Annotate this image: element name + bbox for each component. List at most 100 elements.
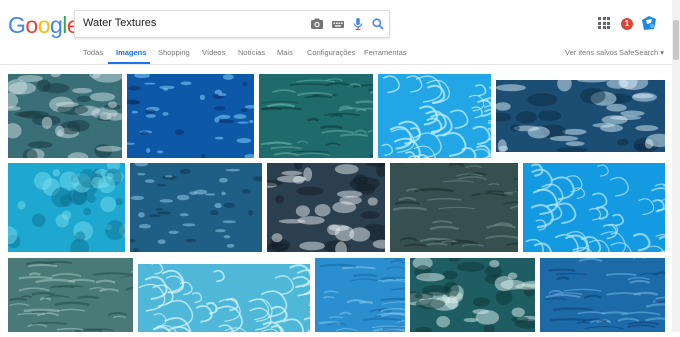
- texture-mark: [272, 233, 283, 242]
- texture-mark: [602, 115, 628, 124]
- page-scrollbar[interactable]: [672, 0, 680, 332]
- logo-letter: g: [50, 12, 62, 38]
- image-result[interactable]: [410, 258, 535, 332]
- texture-mark: [144, 83, 156, 85]
- texture-mark: [140, 131, 149, 135]
- search-input[interactable]: Water Textures: [83, 17, 156, 29]
- texture-mark: [100, 196, 116, 212]
- texture-mark: [299, 242, 325, 251]
- tab-todas[interactable]: Todas: [83, 48, 103, 57]
- texture-mark: [158, 239, 166, 244]
- microphone-icon[interactable]: [349, 15, 367, 33]
- image-result[interactable]: [523, 163, 665, 252]
- image-result[interactable]: [8, 163, 125, 252]
- texture-mark: [281, 171, 302, 176]
- texture-mark: [368, 89, 373, 90]
- scrollbar-thumb[interactable]: [673, 20, 679, 60]
- saved-items-link[interactable]: Ver itens salvos: [565, 48, 618, 57]
- texture-mark: [165, 175, 173, 177]
- tab-videos[interactable]: Vídeos: [202, 48, 225, 57]
- water-texture-image: [8, 258, 133, 332]
- texture-mark: [219, 119, 235, 123]
- image-result[interactable]: [315, 258, 405, 332]
- texture-mark: [457, 262, 485, 272]
- texture-mark: [222, 220, 236, 223]
- texture-mark: [32, 213, 46, 227]
- notifications-badge[interactable]: 1: [621, 18, 633, 30]
- texture-mark: [349, 177, 379, 191]
- image-result[interactable]: [8, 74, 122, 158]
- texture-mark: [381, 299, 405, 300]
- texture-mark: [34, 172, 52, 190]
- texture-mark: [242, 189, 251, 194]
- water-texture-image: [267, 163, 385, 252]
- tab-ferramentas[interactable]: Ferramentas: [364, 48, 407, 57]
- texture-mark: [296, 205, 310, 216]
- texture-mark: [150, 214, 161, 217]
- water-texture-image: [496, 80, 665, 152]
- texture-mark: [227, 244, 235, 248]
- texture-mark: [129, 101, 141, 105]
- image-result[interactable]: [390, 163, 518, 252]
- texture-mark: [580, 88, 606, 104]
- image-result[interactable]: [267, 163, 385, 252]
- texture-mark: [146, 114, 156, 118]
- google-logo[interactable]: Google: [8, 12, 79, 39]
- apps-grid-icon[interactable]: [598, 17, 610, 29]
- texture-mark: [186, 239, 197, 243]
- texture-mark: [237, 138, 252, 143]
- texture-mark: [508, 272, 518, 279]
- texture-mark: [620, 111, 644, 117]
- image-result[interactable]: [8, 258, 133, 332]
- texture-mark: [180, 169, 191, 174]
- water-texture-image: [315, 258, 405, 332]
- safesearch-menu[interactable]: SafeSearch ▾: [619, 48, 664, 57]
- texture-mark: [53, 169, 60, 176]
- texture-mark: [516, 111, 537, 123]
- texture-mark: [277, 175, 306, 182]
- image-result[interactable]: [540, 258, 665, 332]
- tab-noticias[interactable]: Notícias: [238, 48, 265, 57]
- avatar[interactable]: [640, 14, 658, 32]
- texture-mark: [297, 216, 324, 224]
- texture-mark: [145, 179, 155, 183]
- texture-mark: [137, 173, 145, 175]
- texture-mark: [72, 88, 92, 94]
- image-result[interactable]: [378, 74, 491, 158]
- image-result[interactable]: [138, 264, 310, 332]
- texture-mark: [356, 102, 373, 103]
- tab-configuracoes[interactable]: Configurações: [307, 48, 355, 57]
- logo-letter: o: [25, 12, 37, 38]
- texture-mark: [180, 213, 189, 216]
- texture-mark: [83, 208, 91, 216]
- tab-imagens[interactable]: Imagens: [116, 48, 146, 57]
- texture-mark: [446, 296, 458, 309]
- texture-mark: [249, 120, 253, 123]
- tab-shopping[interactable]: Shopping: [158, 48, 190, 57]
- texture-mark: [538, 110, 561, 121]
- search-box[interactable]: Water Textures: [74, 10, 390, 38]
- image-result[interactable]: [127, 74, 254, 158]
- image-result[interactable]: [130, 163, 262, 252]
- image-result[interactable]: [496, 80, 665, 152]
- tab-mais[interactable]: Mais: [277, 48, 293, 57]
- texture-mark: [214, 106, 226, 110]
- water-texture-image: [8, 74, 122, 158]
- texture-mark: [160, 199, 173, 202]
- texture-mark: [157, 184, 167, 187]
- keyboard-icon[interactable]: [329, 15, 347, 33]
- texture-mark: [157, 211, 171, 214]
- texture-mark: [635, 125, 658, 131]
- camera-icon[interactable]: [308, 15, 326, 33]
- texture-mark: [416, 273, 445, 282]
- texture-mark: [181, 81, 192, 85]
- image-result[interactable]: [259, 74, 373, 158]
- texture-mark: [550, 319, 586, 320]
- texture-mark: [296, 187, 323, 196]
- texture-mark: [360, 302, 373, 303]
- texture-mark: [116, 198, 123, 205]
- texture-mark: [267, 243, 288, 252]
- texture-mark: [91, 177, 103, 189]
- texture-mark: [146, 148, 150, 153]
- search-icon[interactable]: [369, 15, 387, 33]
